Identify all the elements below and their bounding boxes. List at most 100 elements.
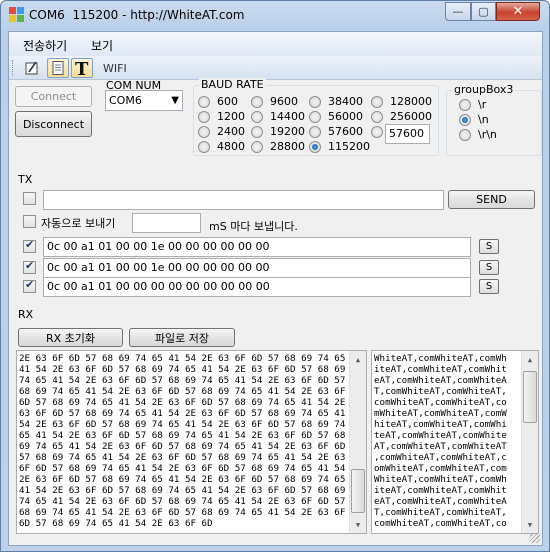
scroll-down-icon[interactable]: ▼: [350, 516, 366, 533]
scroll-up-icon[interactable]: ▲: [522, 351, 538, 368]
scroll-thumb[interactable]: [351, 469, 365, 513]
tx-row-1-input[interactable]: 0c 00 a1 01 00 00 1e 00 00 00 00 00 00: [43, 237, 471, 257]
rx-text-line: T,comWhiteAT,comWhiteAT,: [374, 386, 507, 397]
com-port-select[interactable]: COM6 ▼: [105, 90, 183, 111]
wifi-label[interactable]: WIFI: [103, 62, 127, 75]
notepad-icon[interactable]: [47, 58, 69, 78]
edit-icon[interactable]: [21, 58, 43, 78]
baud-radio-38400[interactable]: 38400: [309, 95, 363, 108]
rx-text-line: eAT,comWhiteAT,comWhiteA: [374, 496, 507, 507]
baud-radio-19200[interactable]: 19200: [251, 125, 305, 138]
baud-radio-28800[interactable]: 28800: [251, 140, 305, 153]
rx-hex-textarea[interactable]: 2E 63 6F 6D 57 68 69 74 65 41 54 2E 63 6…: [16, 350, 367, 534]
tx-input[interactable]: [43, 190, 444, 210]
window-title: COM6 115200 - http://WhiteAT.com: [29, 8, 245, 22]
toolbar-grip[interactable]: [12, 60, 15, 76]
tx-row-3-input[interactable]: 0c 00 a1 01 00 00 00 00 00 00 00 00 00: [43, 277, 471, 297]
app-window: COM6 115200 - http://WhiteAT.com — ▢ ✕ 전…: [0, 0, 550, 552]
tx-row-3-checkbox[interactable]: [23, 278, 36, 293]
interval-suffix: mS 마다 보냅니다.: [209, 220, 298, 233]
rx-hex-line: 74 65 41 54 2E 63 6F 6D 57 68 69 74 65 4…: [19, 496, 346, 507]
baud-radio-9600[interactable]: 9600: [251, 95, 298, 108]
rx-hex-scrollbar[interactable]: ▲ ▼: [349, 351, 366, 533]
rx-text-lines: WhiteAT,comWhiteAT,comWh iteAT,comWhiteAT…: [374, 353, 507, 529]
rx-label: RX: [18, 308, 34, 321]
line-ending-cr[interactable]: \r: [459, 98, 486, 111]
send-button[interactable]: SEND: [448, 190, 535, 209]
auto-send-label: 자동으로 보내기: [41, 217, 116, 230]
rx-text-line: WhiteAT,comWhiteAT,comWh: [374, 353, 507, 364]
line-ending-lf[interactable]: \n: [459, 113, 489, 126]
tx-row-2-input[interactable]: 0c 00 a1 01 00 00 1e 00 00 00 00 00 00: [43, 258, 471, 278]
baud-radio-256000[interactable]: 256000: [371, 110, 432, 123]
close-button[interactable]: ✕: [496, 2, 540, 21]
rx-hex-line: 68 69 74 65 41 54 2E 63 6F 6D 57 68 69 7…: [19, 386, 346, 397]
rx-hex-line: 74 65 41 54 2E 63 6F 6D 57 68 69 74 65 4…: [19, 375, 346, 386]
tx-send-checkbox[interactable]: [23, 192, 36, 205]
rx-hex-line: 6D 57 68 69 74 65 41 54 2E 63 6F 6D 57 6…: [19, 397, 346, 408]
chevron-down-icon: ▼: [171, 95, 179, 106]
disconnect-button[interactable]: Disconnect: [15, 111, 92, 137]
rx-text-line: teAT,comWhiteAT,comWhite: [374, 430, 507, 441]
baud-radio-56000[interactable]: 56000: [309, 110, 363, 123]
rx-text-scrollbar[interactable]: ▲ ▼: [521, 351, 538, 533]
rx-hex-line: 2E 63 6F 6D 57 68 69 74 65 41 54 2E 63 6…: [19, 474, 346, 485]
tx-row-2-send-button[interactable]: S: [479, 260, 499, 275]
tx-row-1-checkbox[interactable]: [23, 238, 36, 253]
baud-radio-128000[interactable]: 128000: [371, 95, 432, 108]
rx-text-textarea[interactable]: WhiteAT,comWhiteAT,comWh iteAT,comWhiteAT…: [371, 350, 539, 534]
save-to-file-button[interactable]: 파일로 저장: [129, 328, 235, 347]
scroll-up-icon[interactable]: ▲: [350, 351, 366, 368]
rx-hex-line: 57 68 69 74 65 41 54 2E 63 6F 6D 57 68 6…: [19, 452, 346, 463]
connect-button[interactable]: Connect: [15, 86, 92, 107]
resize-grip[interactable]: [530, 533, 540, 543]
rx-text-line: iteAT,comWhiteAT,comWhit: [374, 485, 507, 496]
auto-send-checkbox[interactable]: [23, 215, 36, 228]
maximize-button[interactable]: ▢: [471, 2, 496, 21]
rx-hex-line: 6F 6D 57 68 69 74 65 41 54 2E 63 6F 6D 5…: [19, 463, 346, 474]
baud-radio-14400[interactable]: 14400: [251, 110, 305, 123]
rx-text-line: eAT,comWhiteAT,comWhiteA: [374, 375, 507, 386]
app-icon: [9, 7, 25, 23]
baud-radio-4800[interactable]: 4800: [198, 140, 245, 153]
minimize-button[interactable]: —: [445, 2, 471, 21]
rx-text-line: ,comWhiteAT,comWhiteAT,c: [374, 452, 507, 463]
baud-radio-600[interactable]: 600: [198, 95, 238, 108]
menu-view[interactable]: 보기: [91, 37, 113, 54]
text-t-icon[interactable]: T: [71, 58, 93, 78]
rx-hex-line: 68 69 74 65 41 54 2E 63 6F 6D 57 68 69 7…: [19, 507, 346, 518]
tx-row-2-checkbox[interactable]: [23, 259, 36, 274]
rx-hex-line: 6D 57 68 69 74 65 41 54 2E 63 6F 6D: [19, 518, 213, 529]
line-ending-crlf[interactable]: \r\n: [459, 128, 497, 141]
rx-hex-line: 41 54 2E 63 6F 6D 57 68 69 74 65 41 54 2…: [19, 485, 346, 496]
rx-hex-lines: 2E 63 6F 6D 57 68 69 74 65 41 54 2E 63 6…: [19, 353, 345, 529]
interval-input[interactable]: [132, 213, 201, 233]
svg-text:T: T: [75, 59, 89, 77]
rx-hex-line: 63 6F 6D 57 68 69 74 65 41 54 2E 63 6F 6…: [19, 408, 346, 419]
custom-baud-input[interactable]: 57600: [385, 124, 430, 144]
scroll-thumb[interactable]: [523, 371, 537, 423]
tx-row-1-send-button[interactable]: S: [479, 239, 499, 254]
line-ending-title: groupBox3: [452, 83, 516, 96]
rx-hex-line: 69 74 65 41 54 2E 63 6F 6D 57 68 69 74 6…: [19, 441, 346, 452]
title-bar[interactable]: COM6 115200 - http://WhiteAT.com — ▢ ✕: [1, 1, 549, 29]
baud-radio-115200[interactable]: 115200: [309, 140, 370, 153]
baud-rate-title: BAUD RATE: [199, 78, 266, 91]
rx-text-line: omWhiteAT,comWhiteAT,com: [374, 463, 507, 474]
scroll-down-icon[interactable]: ▼: [522, 516, 538, 533]
baud-radio-1200[interactable]: 1200: [198, 110, 245, 123]
rx-hex-line: 41 54 2E 63 6F 6D 57 68 69 74 65 41 54 2…: [19, 364, 346, 375]
rx-text-line: T,comWhiteAT,comWhiteAT,: [374, 507, 507, 518]
menu-send[interactable]: 전송하기: [23, 37, 67, 54]
menu-bar: 전송하기 보기: [9, 32, 542, 56]
baud-radio-57600[interactable]: 57600: [309, 125, 363, 138]
tx-row-3-send-button[interactable]: S: [479, 279, 499, 294]
rx-text-line: comWhiteAT,comWhiteAT,co: [374, 397, 507, 408]
rx-reset-button[interactable]: RX 초기화: [18, 328, 123, 347]
baud-radio-2400[interactable]: 2400: [198, 125, 245, 138]
rx-text-line: mWhiteAT,comWhiteAT,comW: [374, 408, 507, 419]
rx-text-line: AT,comWhiteAT,comWhiteAT: [374, 441, 507, 452]
rx-hex-line: 54 2E 63 6F 6D 57 68 69 74 65 41 54 2E 6…: [19, 419, 346, 430]
rx-hex-line: 2E 63 6F 6D 57 68 69 74 65 41 54 2E 63 6…: [19, 353, 346, 364]
toolbar: T WIFI: [9, 56, 542, 80]
